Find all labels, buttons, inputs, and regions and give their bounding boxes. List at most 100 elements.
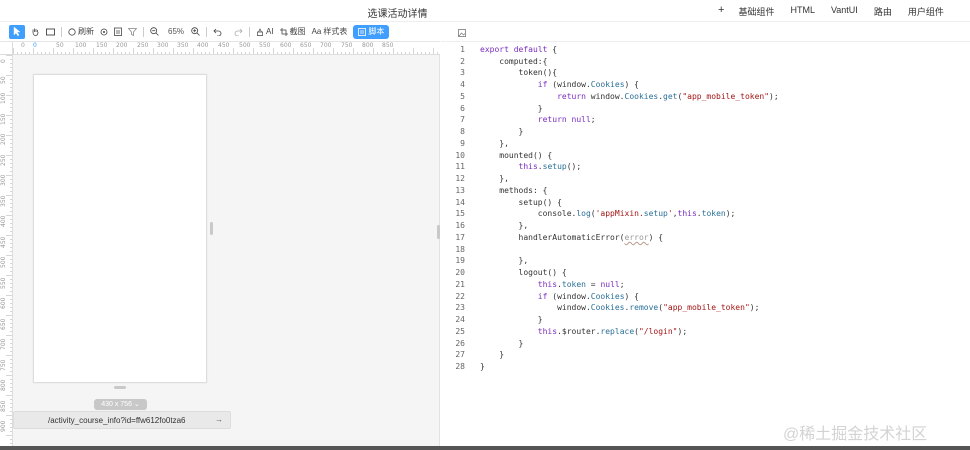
line-number: 3: [460, 68, 465, 78]
horizontal-ruler: 0 0 50 100 150 200 250 300 350 400 450 500 550 600 650…: [13, 42, 440, 55]
line-number: 23: [455, 303, 465, 313]
ruler-label: 100: [0, 92, 7, 104]
ruler-label: 550: [259, 42, 271, 49]
url-bar[interactable]: /activity_course_info?id=ffw612fo0tza6 →: [13, 411, 231, 429]
code-line[interactable]: return null;: [480, 114, 596, 126]
add-tab-button[interactable]: +: [712, 4, 730, 19]
redo-icon[interactable]: [234, 25, 243, 39]
bottom-scrollbar[interactable]: [0, 446, 970, 450]
code-line[interactable]: },: [480, 173, 509, 185]
image-icon[interactable]: [458, 28, 466, 40]
code-line[interactable]: }: [480, 338, 524, 350]
code-line[interactable]: handlerAutomaticError(error) {: [480, 232, 664, 244]
pointer-icon[interactable]: [9, 24, 25, 39]
code-line[interactable]: },: [480, 255, 529, 267]
zoom-level[interactable]: 65%: [168, 25, 184, 39]
code-line[interactable]: logout() {: [480, 267, 567, 279]
watermark: @稀土掘金技术社区: [783, 426, 928, 443]
script-button[interactable]: 脚本: [353, 24, 390, 39]
ruler-label: 650: [0, 318, 7, 330]
code-line[interactable]: export default {: [480, 44, 557, 56]
pane-split-handle[interactable]: [437, 225, 440, 239]
canvas-resize-handle[interactable]: [114, 386, 126, 389]
ruler-label: 900: [0, 420, 7, 432]
arrow-right-icon[interactable]: →: [215, 415, 223, 424]
code-line[interactable]: if (window.Cookies) {: [480, 291, 639, 303]
refresh-button[interactable]: 刷新: [68, 25, 94, 39]
stylesheet-button[interactable]: Aa 样式表: [312, 25, 348, 39]
ruler-label: 450: [218, 42, 230, 49]
tab-vantui[interactable]: VantUI: [823, 4, 866, 19]
code-line[interactable]: console.log('appMixin.setup',this.token)…: [480, 208, 736, 220]
code-line[interactable]: }: [480, 349, 504, 361]
code-line[interactable]: this.setup();: [480, 161, 582, 173]
code-line[interactable]: }: [480, 361, 485, 373]
design-canvas-pane: 刷新 65% AI 截图 Aa 样式表 脚本 0 0 50 100 150 20…: [0, 22, 440, 450]
code-line[interactable]: }: [480, 103, 543, 115]
line-number: 7: [460, 115, 465, 125]
line-number: 18: [455, 244, 465, 254]
ruler-label: 50: [56, 42, 64, 49]
settings-icon[interactable]: [100, 25, 108, 39]
ruler-label: 0: [33, 42, 37, 49]
tab-user-components[interactable]: 用户组件: [900, 4, 952, 19]
script-label: 脚本: [368, 27, 385, 36]
code-line[interactable]: }: [480, 314, 543, 326]
ruler-label: 700: [320, 42, 332, 49]
line-number: 1: [460, 45, 465, 54]
screenshot-label: 截图: [289, 27, 306, 36]
line-number: 15: [455, 209, 465, 219]
line-number: 5: [460, 91, 465, 101]
ruler-label: 0: [21, 42, 25, 49]
code-line[interactable]: this.token = null;: [480, 279, 625, 291]
tab-html[interactable]: HTML: [782, 4, 823, 19]
code-line[interactable]: this.$router.replace("/login");: [480, 326, 687, 338]
ruler-label: 450: [0, 236, 7, 248]
code-line[interactable]: methods: {: [480, 185, 547, 197]
filter-icon[interactable]: [128, 25, 137, 39]
ruler-label: 200: [116, 42, 128, 49]
zoom-out-icon[interactable]: [150, 25, 159, 39]
component-tabs: + 基础组件 HTML VantUI 路由 用户组件: [712, 4, 952, 19]
device-preview-frame[interactable]: [33, 74, 207, 383]
code-line[interactable]: window.Cookies.remove("app_mobile_token"…: [480, 302, 759, 314]
vertical-ruler: 0 50 100 150 200 250 300 350 400 450 500 550 600 650 7…: [0, 55, 13, 450]
device-size-selector[interactable]: 430 x 756 ⌄: [94, 399, 147, 410]
line-number: 13: [455, 185, 465, 195]
line-number: 19: [455, 256, 465, 266]
line-number: 6: [460, 103, 465, 113]
canvas-side-handle[interactable]: [210, 222, 213, 235]
ruler-label: 500: [239, 42, 251, 49]
code-editor-pane: 1 export default {2 computed:{3 token(){4…: [441, 22, 970, 450]
code-line[interactable]: if (window.Cookies) {: [480, 79, 639, 91]
ruler-label: 0: [0, 59, 7, 63]
stylesheet-label: 样式表: [323, 27, 348, 36]
line-number: 26: [455, 338, 465, 348]
code-line[interactable]: setup() {: [480, 197, 562, 209]
code-line[interactable]: return window.Cookies.get("app_mobile_to…: [480, 91, 779, 103]
line-number: 16: [455, 221, 465, 231]
code-line[interactable]: token(){: [480, 67, 558, 79]
clipboard-icon[interactable]: [114, 25, 122, 39]
undo-icon[interactable]: [213, 25, 222, 39]
ai-button[interactable]: AI: [256, 25, 274, 39]
code-line[interactable]: mounted() {: [480, 150, 552, 162]
ruler-label: 250: [137, 42, 149, 49]
frame-icon[interactable]: [46, 25, 55, 39]
ruler-label: 800: [362, 42, 374, 49]
zoom-in-icon[interactable]: [191, 25, 200, 39]
line-number: 14: [455, 197, 465, 207]
ruler-label: 250: [0, 154, 7, 166]
code-line[interactable]: },: [480, 138, 509, 150]
toolbar-divider: [61, 26, 62, 37]
ruler-label: 750: [0, 359, 7, 371]
screenshot-button[interactable]: 截图: [279, 25, 306, 39]
code-line[interactable]: },: [480, 220, 529, 232]
hand-icon[interactable]: [31, 25, 40, 39]
tab-router[interactable]: 路由: [866, 4, 900, 19]
ruler-label: 800: [0, 379, 7, 391]
tab-basic-components[interactable]: 基础组件: [730, 4, 782, 19]
code-line[interactable]: computed:{: [480, 56, 547, 68]
code-line[interactable]: }: [480, 126, 524, 138]
line-number: 17: [455, 232, 465, 242]
